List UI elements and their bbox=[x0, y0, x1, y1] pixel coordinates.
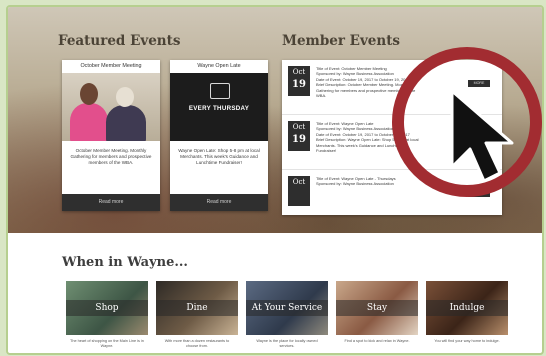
card-image-text: EVERY THURSDAY bbox=[188, 105, 250, 112]
tile-label: At Your Service bbox=[246, 300, 328, 316]
featured-events-title: Featured Events bbox=[58, 33, 181, 49]
tile-label: Stay bbox=[336, 300, 418, 316]
tile-at-your-service[interactable]: At Your Service Wayne is the place for l… bbox=[246, 281, 328, 353]
card-title: October Member Meeting bbox=[80, 63, 142, 69]
date-badge: Oct 19 bbox=[288, 66, 310, 96]
tile-caption: Wayne is the place for locally owned ser… bbox=[256, 339, 318, 348]
member-events-title: Member Events bbox=[282, 33, 401, 49]
tile-caption: The heart of shopping on the Main Line i… bbox=[70, 339, 144, 348]
tile-caption: Find a spot to kick and relax in Wayne. bbox=[344, 339, 410, 343]
cursor-arrow-icon bbox=[450, 89, 514, 183]
card-description: October Member Meeting. Monthly Gatherin… bbox=[70, 148, 152, 165]
tile-dine[interactable]: Dine With more than a dozen restaurants … bbox=[156, 281, 238, 353]
date-month: Oct bbox=[292, 123, 306, 131]
date-day: 19 bbox=[292, 134, 306, 145]
page-frame: Featured Events Member Events October Me… bbox=[6, 5, 544, 355]
date-month: Oct bbox=[292, 178, 306, 186]
tile-indulge[interactable]: Indulge You will find your way home to i… bbox=[426, 281, 508, 353]
tile-label: Dine bbox=[156, 300, 238, 316]
card-title: Wayne Open Late bbox=[197, 63, 241, 69]
date-month: Oct bbox=[292, 68, 306, 76]
date-badge: Oct 19 bbox=[288, 121, 310, 151]
date-badge: Oct bbox=[288, 176, 310, 206]
person-figure bbox=[116, 87, 134, 107]
card-description: Wayne Open Late: Shop 5-8 pm at local Me… bbox=[178, 148, 260, 165]
featured-card-open-late[interactable]: Wayne Open Late EVERY THURSDAY Wayne Ope… bbox=[170, 60, 268, 211]
featured-card-member-meeting[interactable]: October Member Meeting October Member Me… bbox=[62, 60, 160, 211]
read-more-button[interactable]: Read more bbox=[62, 194, 160, 211]
card-photo bbox=[62, 73, 160, 141]
date-day: 19 bbox=[292, 79, 306, 90]
logo-icon bbox=[210, 83, 230, 99]
tile-label: Indulge bbox=[426, 300, 508, 316]
person-figure bbox=[80, 83, 98, 105]
when-in-wayne-title: When in Wayne... bbox=[62, 255, 188, 270]
card-photo: EVERY THURSDAY bbox=[170, 73, 268, 141]
tile-shop[interactable]: Shop The heart of shopping on the Main L… bbox=[66, 281, 148, 353]
person-figure bbox=[106, 105, 146, 141]
tile-caption: You will find your way home to indulge. bbox=[434, 339, 500, 343]
person-figure bbox=[70, 103, 108, 141]
read-more-button[interactable]: Read more bbox=[170, 194, 268, 211]
tile-label: Shop bbox=[66, 300, 148, 316]
tile-caption: With more than a dozen restaurants to ch… bbox=[164, 339, 230, 348]
tile-stay[interactable]: Stay Find a spot to kick and relax in Wa… bbox=[336, 281, 418, 353]
